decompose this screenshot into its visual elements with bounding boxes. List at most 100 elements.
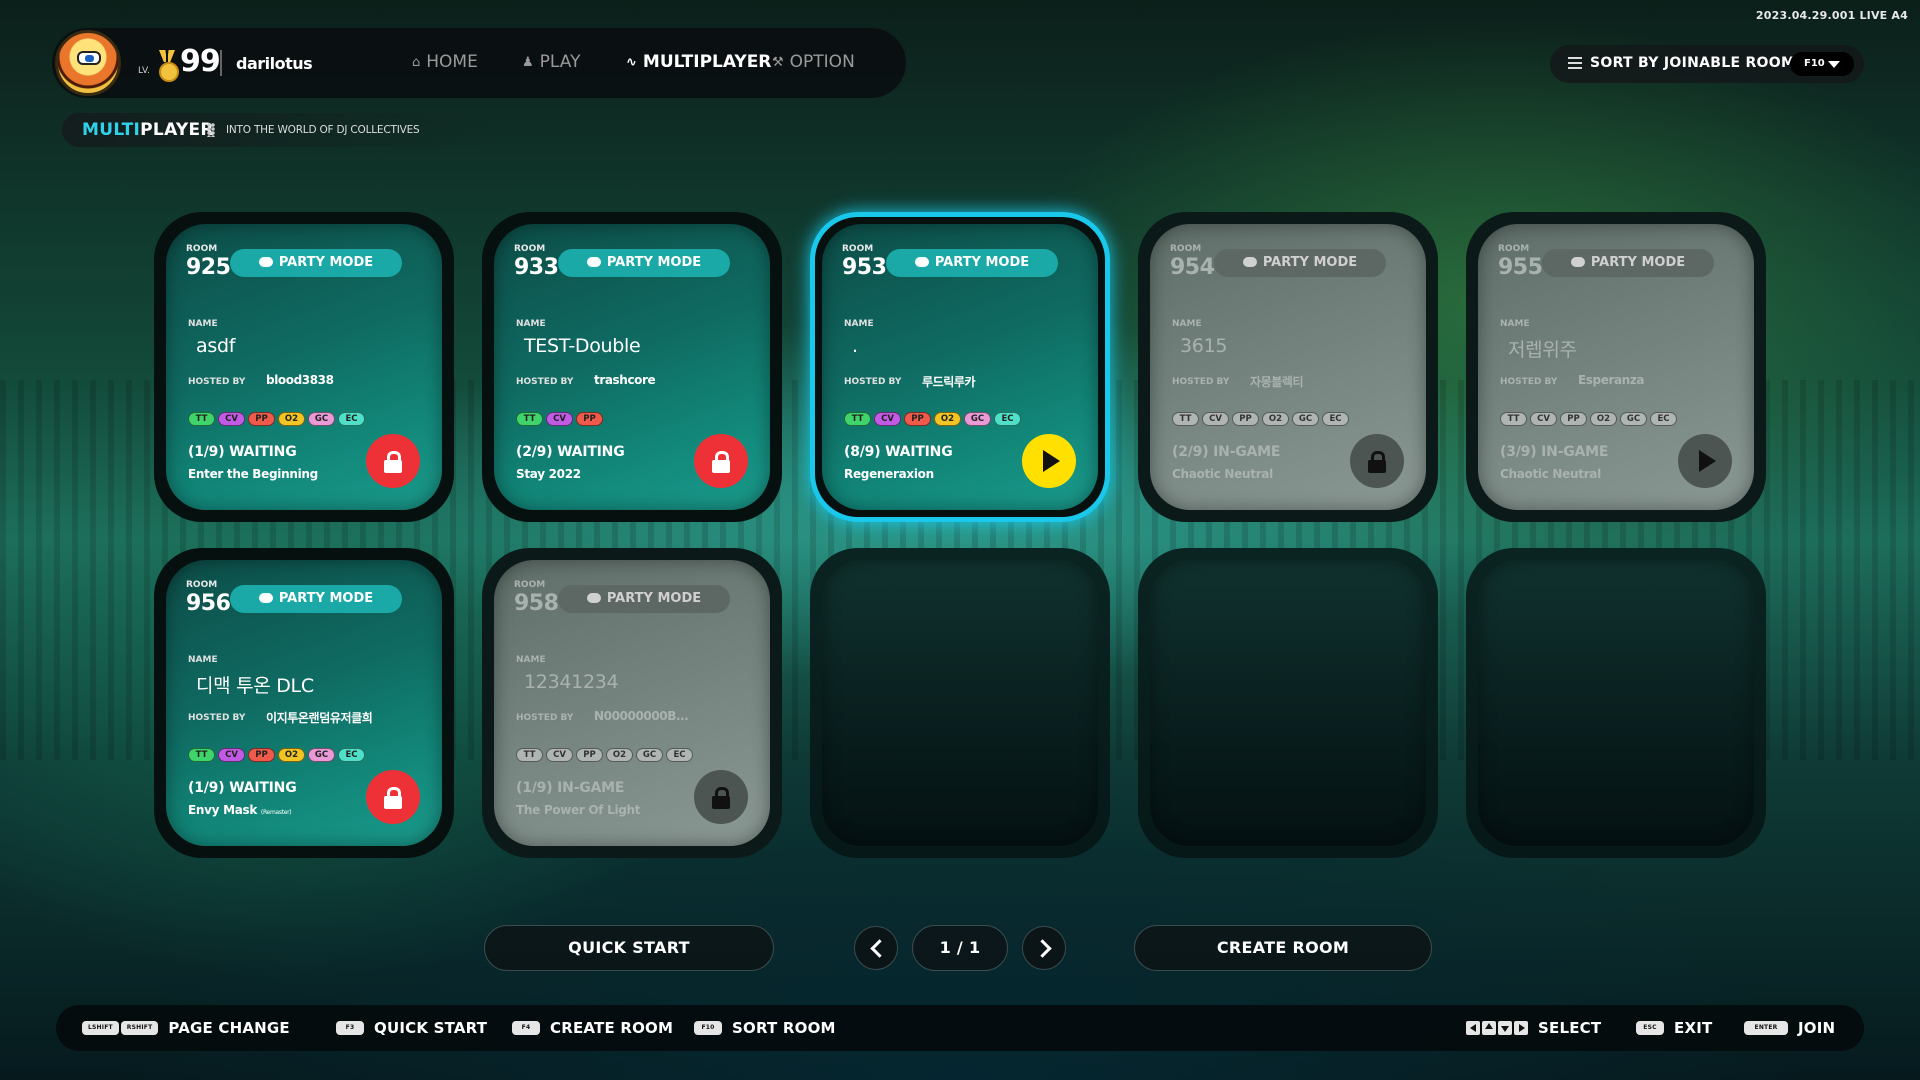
room-card[interactable]: ROOM 958 PARTY MODE NAME 12341234 HOSTED… — [482, 548, 782, 858]
next-page-button[interactable] — [1022, 926, 1066, 970]
create-room-button[interactable]: CREATE ROOM — [1134, 925, 1432, 971]
f4-key-icon: F4 — [512, 1021, 540, 1035]
party-mode-badge: PARTY MODE — [886, 249, 1058, 277]
hint-create-room[interactable]: F4 CREATE ROOM — [512, 1005, 673, 1051]
room-label: ROOM — [842, 244, 874, 254]
f10-key-icon: F10 — [694, 1021, 722, 1035]
room-number: 925 — [186, 255, 231, 280]
tag-ec: EC — [338, 748, 365, 762]
hint-join-label: JOIN — [1798, 1019, 1836, 1037]
level-label: LV. — [138, 66, 150, 76]
hosted-by-label: HOSTED BY — [844, 377, 902, 387]
room-card-body: ROOM 954 PARTY MODE NAME 3615 HOSTED BY … — [1150, 224, 1426, 510]
tag-cv: CV — [218, 412, 245, 426]
song-title: Enter the Beginning — [188, 467, 318, 481]
room-card-body: ROOM 925 PARTY MODE NAME asdf HOSTED BY … — [166, 224, 442, 510]
player-avatar[interactable] — [55, 30, 121, 96]
key-hint-bar: LSHIFT RSHIFT PAGE CHANGE F3 QUICK START… — [56, 1005, 1864, 1051]
play-icon — [1043, 450, 1060, 472]
page-subtitle: INTO THE WORLD OF DJ COLLECTIVES — [226, 124, 420, 136]
room-card[interactable]: ROOM 956 PARTY MODE NAME 디맥 투온 DLC HOSTE… — [154, 548, 454, 858]
room-card-body: ROOM 933 PARTY MODE NAME TEST-Double HOS… — [494, 224, 770, 510]
empty-room-slot — [810, 548, 1110, 858]
tag-o2: O2 — [1262, 412, 1289, 426]
nav-play[interactable]: ♟ PLAY — [522, 52, 580, 72]
person-icon: ♟ — [522, 54, 534, 70]
list-icon — [1568, 57, 1582, 71]
hint-join[interactable]: ENTER JOIN — [1744, 1005, 1835, 1051]
arrow-right-icon — [1514, 1021, 1528, 1035]
locked-button[interactable] — [694, 434, 748, 488]
mode-tags: TT CV PP O2 GC EC — [844, 412, 1021, 426]
page-title-highlight: MULTI — [82, 120, 141, 140]
party-mode-badge: PARTY MODE — [230, 585, 402, 613]
hint-page-change[interactable]: LSHIFT RSHIFT PAGE CHANGE — [82, 1005, 290, 1051]
nav-multiplayer-label: MULTIPLAYER — [642, 52, 772, 72]
song-title-text: Envy Mask — [188, 803, 258, 817]
tag-pp: PP — [576, 412, 603, 426]
hint-exit[interactable]: ESC EXIT — [1636, 1005, 1712, 1051]
tag-ec: EC — [338, 412, 365, 426]
join-button[interactable] — [1678, 434, 1732, 488]
arrow-left-icon — [1466, 1021, 1480, 1035]
song-title: Chaotic Neutral — [1500, 467, 1601, 481]
room-status: (1/9) WAITING — [188, 444, 297, 460]
party-mode-badge: PARTY MODE — [1214, 249, 1386, 277]
room-card[interactable]: ROOM 925 PARTY MODE NAME asdf HOSTED BY … — [154, 212, 454, 522]
song-title-text: Stay 2022 — [516, 467, 581, 481]
room-number: 956 — [186, 591, 231, 616]
locked-button[interactable] — [694, 770, 748, 824]
tag-cv: CV — [546, 748, 573, 762]
home-icon: ⌂ — [412, 54, 421, 70]
hint-select[interactable]: SELECT — [1466, 1005, 1601, 1051]
sort-key-badge[interactable]: F10 — [1790, 52, 1854, 76]
arrow-down-icon — [1498, 1021, 1512, 1035]
room-card[interactable]: ROOM 955 PARTY MODE NAME 저렙위주 HOSTED BY … — [1466, 212, 1766, 522]
hint-select-label: SELECT — [1538, 1019, 1602, 1037]
room-label: ROOM — [1170, 244, 1202, 254]
room-name: 디맥 투온 DLC — [196, 675, 314, 697]
host-name: trashcore — [594, 373, 656, 387]
tag-tt: TT — [188, 748, 215, 762]
gamepad-icon — [258, 593, 273, 603]
version-text: 2023.04.29.001 LIVE A4 — [1755, 9, 1908, 22]
party-mode-label: PARTY MODE — [278, 255, 374, 270]
room-card[interactable]: ROOM 933 PARTY MODE NAME TEST-Double HOS… — [482, 212, 782, 522]
host-name: 자몽블렉티 — [1250, 375, 1304, 389]
party-mode-badge: PARTY MODE — [230, 249, 402, 277]
page-title: MULTIPLAYER — [82, 120, 214, 140]
hosted-by-label: HOSTED BY — [188, 377, 246, 387]
tag-tt: TT — [1172, 412, 1199, 426]
locked-button[interactable] — [366, 434, 420, 488]
hosted-by-label: HOSTED BY — [1172, 377, 1230, 387]
hint-quick-start[interactable]: F3 QUICK START — [336, 1005, 487, 1051]
name-label: NAME — [516, 655, 546, 665]
top-nav-bar: LV. 99 darilotus ⌂ HOME ♟ PLAY ∿ MULTIPL… — [52, 28, 906, 98]
nav-home[interactable]: ⌂ HOME — [412, 52, 478, 72]
room-card[interactable]: ROOM 954 PARTY MODE NAME 3615 HOSTED BY … — [1138, 212, 1438, 522]
sort-dropdown[interactable]: SORT BY JOINABLE ROOM F10 — [1550, 45, 1864, 83]
lock-icon — [712, 787, 730, 809]
room-number: 933 — [514, 255, 559, 280]
tag-pp: PP — [904, 412, 931, 426]
room-name: 3615 — [1180, 335, 1228, 357]
prev-page-button[interactable] — [854, 926, 898, 970]
nav-option[interactable]: ⚒ OPTION — [772, 52, 855, 72]
join-button[interactable] — [1022, 434, 1076, 488]
quick-start-button[interactable]: QUICK START — [484, 925, 774, 971]
name-label: NAME — [188, 319, 218, 329]
tag-tt: TT — [844, 412, 871, 426]
room-label: ROOM — [514, 244, 546, 254]
room-card[interactable]: ROOM 953 PARTY MODE NAME . HOSTED BY 루드릭… — [810, 212, 1110, 522]
locked-button[interactable] — [366, 770, 420, 824]
lshift-key-icon: LSHIFT — [82, 1021, 119, 1035]
page-title-rest: PLAYER — [140, 120, 214, 140]
nav-multiplayer[interactable]: ∿ MULTIPLAYER — [626, 52, 771, 72]
hint-sort-room[interactable]: F10 SORT ROOM — [694, 1005, 836, 1051]
gamepad-icon — [586, 593, 601, 603]
room-name: . — [852, 335, 858, 357]
tag-tt: TT — [516, 412, 543, 426]
locked-button[interactable] — [1350, 434, 1404, 488]
arrow-up-icon — [1482, 1021, 1496, 1035]
room-number: 958 — [514, 591, 559, 616]
